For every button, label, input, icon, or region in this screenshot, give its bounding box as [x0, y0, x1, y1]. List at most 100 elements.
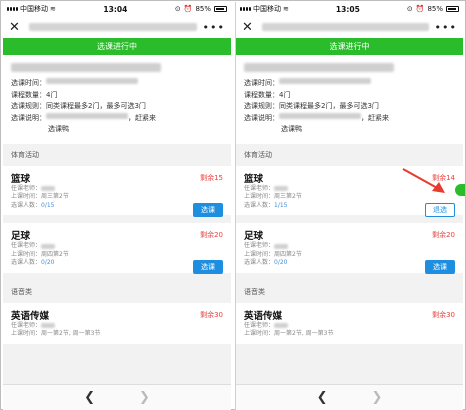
- course-time: 上课时间： 周一第2节, 周一第3节: [11, 330, 101, 337]
- battery-percent: 85%: [427, 5, 443, 13]
- course-enrolled: 选课人数： 0/20: [11, 259, 55, 266]
- phone-screen-before: 中国移动 ≋ 13:04 ⊙ ⏰ 85% ✕ ••• 选课进行中 选课时间： 课…: [3, 2, 231, 410]
- battery-percent: 85%: [195, 5, 211, 13]
- course-time: 上课时间： 周一第2节, 周一第3节: [244, 330, 334, 337]
- status-time: 13:05: [335, 4, 360, 14]
- course-time: 上课时间： 周四第2节: [244, 250, 302, 258]
- browser-toolbar: ❮ ❯: [3, 384, 231, 410]
- more-icon[interactable]: •••: [435, 21, 457, 34]
- course-card-football: 足球 剩余20 任课老师： 上课时间： 周四第2节 选课人数： 0/20 选课: [3, 223, 231, 274]
- page-title-redacted: [29, 23, 197, 31]
- course-name: 英语传媒: [244, 310, 283, 322]
- status-time: 13:04: [103, 4, 128, 14]
- selection-info: 选课时间： 课程数量： 4门 选课规则： 同类课程最多2门，最多可选3门 选课说明：…: [236, 55, 463, 144]
- info-desc-row: 选课说明： ，赶紧来: [11, 112, 156, 122]
- remaining-seats: 剩余30: [200, 310, 223, 319]
- select-course-button[interactable]: 选课: [193, 260, 223, 274]
- selected-indicator-icon: [455, 184, 465, 196]
- selection-title-redacted: [11, 63, 161, 72]
- alarm-icon: ⏰: [415, 5, 425, 13]
- course-enrolled: 选课人数： 0/20: [244, 259, 288, 266]
- course-name: 足球: [11, 231, 31, 242]
- redacted-text: [274, 186, 289, 192]
- annotation-arrow-icon: [402, 168, 445, 193]
- carrier-name: 中国移动: [20, 5, 48, 13]
- course-time: 上课时间： 周三第2节: [11, 193, 69, 200]
- info-desc-row: 选课说明： ，赶紧来: [244, 112, 389, 122]
- drop-course-button[interactable]: 退选: [425, 202, 455, 217]
- wifi-icon: ≋: [283, 5, 289, 13]
- course-teacher: 任课老师：: [11, 322, 223, 331]
- close-icon[interactable]: ✕: [9, 20, 23, 35]
- nav-bar: ✕ •••: [3, 16, 231, 38]
- redacted-text: [41, 323, 56, 329]
- status-banner: 选课进行中: [3, 38, 231, 55]
- section-title: 体育活动: [236, 143, 463, 166]
- remaining-seats: 剩余30: [432, 310, 455, 319]
- course-card-english-media: 英语传媒 剩余30 任课老师： 上课时间： 周一第2节, 周一第3节: [3, 302, 231, 344]
- info-rule-row: 选课规则： 同类课程最多2门，最多可选3门: [11, 102, 146, 110]
- page-title-redacted: [262, 23, 429, 31]
- info-time-row: 选课时间：: [11, 78, 223, 90]
- remaining-seats: 剩余15: [200, 173, 223, 182]
- redacted-text: [274, 243, 289, 249]
- alarm-icon: ⏰: [183, 5, 193, 13]
- select-course-button[interactable]: 选课: [193, 202, 223, 217]
- course-teacher: 任课老师：: [244, 242, 455, 251]
- back-arrow-icon[interactable]: ❮: [317, 390, 328, 405]
- screenshot-frame: 中国移动 ≋ 13:04 ⊙ ⏰ 85% ✕ ••• 选课进行中 选课时间： 课…: [0, 0, 466, 410]
- section-title: 语音类: [236, 280, 463, 303]
- wifi-icon: ≋: [50, 5, 56, 13]
- info-count-row: 课程数量： 4门: [11, 90, 58, 99]
- redacted-text: [46, 112, 128, 119]
- course-teacher: 任课老师：: [244, 322, 455, 331]
- selection-info: 选课时间： 课程数量： 4门 选课规则： 同类课程最多2门，最多可选3门 选课说明：…: [3, 55, 231, 144]
- forward-arrow-icon[interactable]: ❯: [372, 390, 383, 405]
- browser-toolbar: ❮ ❯: [236, 384, 463, 410]
- selection-title-redacted: [244, 63, 394, 72]
- forward-arrow-icon[interactable]: ❯: [139, 390, 150, 405]
- signal-icon: [240, 7, 251, 11]
- more-icon[interactable]: •••: [203, 21, 225, 34]
- status-banner: 选课进行中: [236, 38, 463, 55]
- info-rule-row: 选课规则： 同类课程最多2门，最多可选3门: [244, 102, 379, 110]
- back-arrow-icon[interactable]: ❮: [84, 390, 95, 405]
- info-desc-row-2: 选课鸭: [48, 125, 69, 133]
- section-title: 体育活动: [3, 143, 231, 166]
- remaining-seats: 剩余20: [200, 231, 223, 239]
- course-card-english-media: 英语传媒 剩余30 任课老师： 上课时间： 周一第2节, 周一第3节: [236, 302, 463, 344]
- course-teacher: 任课老师：: [11, 185, 223, 194]
- lock-rotation-icon: ⊙: [174, 5, 181, 13]
- close-icon[interactable]: ✕: [242, 20, 256, 35]
- remaining-seats: 剩余20: [432, 231, 455, 239]
- lock-rotation-icon: ⊙: [406, 5, 413, 13]
- phone-screen-after: 中国移动 ≋ 13:05 ⊙ ⏰ 85% ✕ ••• 选课进行中 选课时间： 课…: [235, 2, 463, 410]
- course-teacher: 任课老师：: [11, 242, 223, 251]
- redacted-text: [274, 323, 289, 329]
- course-name: 英语传媒: [11, 310, 50, 322]
- battery-icon: [214, 6, 227, 12]
- signal-icon: [7, 7, 18, 11]
- course-time: 上课时间： 周四第2节: [11, 250, 69, 258]
- info-desc-row-2: 选课鸭: [281, 125, 302, 133]
- redacted-text: [279, 78, 371, 84]
- status-bar: 中国移动 ≋ 13:05 ⊙ ⏰ 85%: [236, 2, 463, 16]
- course-name: 足球: [244, 231, 264, 242]
- status-bar: 中国移动 ≋ 13:04 ⊙ ⏰ 85%: [3, 2, 231, 16]
- redacted-text: [279, 112, 361, 119]
- battery-icon: [446, 6, 459, 12]
- section-title: 语音类: [3, 280, 231, 303]
- course-name: 篮球: [244, 173, 264, 185]
- info-count-row: 课程数量： 4门: [244, 90, 291, 99]
- course-card-football: 足球 剩余20 任课老师： 上课时间： 周四第2节 选课人数： 0/20 选课: [236, 223, 463, 274]
- redacted-text: [46, 78, 138, 84]
- course-enrolled: 选课人数： 0/15: [11, 201, 55, 209]
- redacted-text: [41, 243, 56, 249]
- course-card-basketball: 篮球 剩余15 任课老师： 上课时间： 周三第2节 选课人数： 0/15 选课: [3, 165, 231, 217]
- carrier-name: 中国移动: [253, 5, 281, 13]
- select-course-button[interactable]: 选课: [425, 260, 455, 274]
- course-name: 篮球: [11, 173, 31, 185]
- redacted-text: [41, 186, 56, 192]
- course-enrolled: 选课人数： 1/15: [244, 201, 288, 209]
- nav-bar: ✕ •••: [236, 16, 463, 38]
